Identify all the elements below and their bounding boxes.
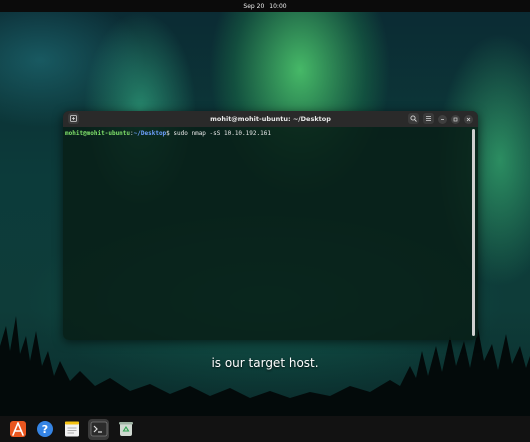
hamburger-menu-icon <box>426 116 431 121</box>
time-label: 10:00 <box>269 2 287 10</box>
maximize-button[interactable] <box>451 114 460 124</box>
clock[interactable]: Sep 20 10:00 <box>243 3 286 10</box>
dock-app-center[interactable] <box>7 419 28 440</box>
help-icon: ? <box>36 421 53 437</box>
dock-text-editor[interactable] <box>61 419 82 440</box>
terminal-icon <box>90 421 107 437</box>
close-icon <box>466 117 471 121</box>
trash-icon <box>118 422 133 436</box>
minimize-icon <box>441 118 444 120</box>
app-store-icon <box>9 421 26 437</box>
text-editor-icon <box>64 421 79 437</box>
search-button[interactable] <box>408 113 419 124</box>
terminal-output[interactable]: mohit@mohit-ubuntu:~/Desktop$ sudo nmap … <box>63 127 478 340</box>
video-subtitle: is our target host. <box>211 356 319 370</box>
date-label: Sep 20 <box>243 2 265 10</box>
command-line: mohit@mohit-ubuntu:~/Desktop$ sudo nmap … <box>65 130 476 137</box>
search-icon <box>410 115 417 122</box>
svg-text:?: ? <box>41 423 47 436</box>
dock-help[interactable]: ? <box>34 419 55 440</box>
prompt-user-host: mohit@mohit-ubuntu <box>65 130 131 137</box>
dock: ? <box>0 416 530 442</box>
prompt-path: ~/Desktop <box>133 130 167 137</box>
terminal-scrollbar[interactable] <box>472 129 475 336</box>
dock-terminal[interactable] <box>88 418 109 440</box>
close-button[interactable] <box>464 114 473 124</box>
top-bar: Sep 20 10:00 <box>0 0 530 12</box>
maximize-icon <box>453 117 458 121</box>
dock-trash[interactable] <box>115 419 136 440</box>
command-text: sudo nmap -sS 10.10.192.161 <box>169 130 271 137</box>
menu-button[interactable] <box>423 113 434 124</box>
window-titlebar[interactable]: mohit@mohit-ubuntu: ~/Desktop <box>63 111 478 127</box>
minimize-button[interactable] <box>438 114 447 124</box>
terminal-window: mohit@mohit-ubuntu: ~/Desktop mohit@mohi… <box>63 111 478 340</box>
